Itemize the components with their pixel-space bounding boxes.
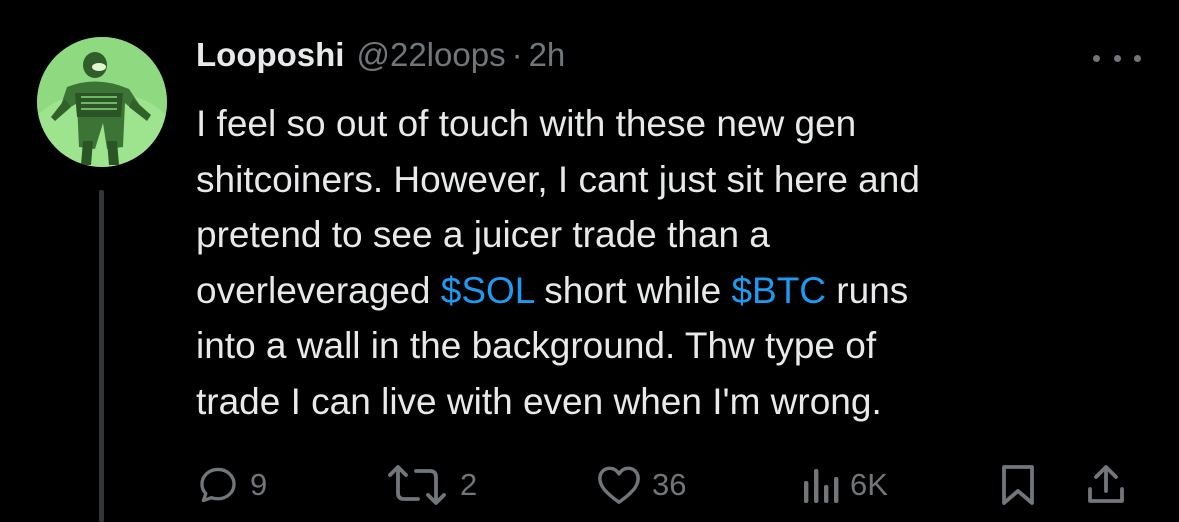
green-armored-figure-avatar-icon (37, 37, 167, 167)
heart-icon (598, 466, 640, 504)
tweet-text-segment: I feel so out of touch with these new ge… (196, 103, 857, 144)
more-dot (1134, 54, 1141, 62)
tweet-text-line: overleveraged $SOL short while $BTC runs (196, 263, 1116, 319)
reply-icon (200, 467, 236, 503)
bookmark-icon (1002, 465, 1034, 505)
separator-dot: · (511, 36, 523, 73)
reply-count: 9 (250, 467, 268, 502)
avatar[interactable] (37, 37, 167, 167)
retweet-count: 2 (460, 467, 478, 502)
tweet[interactable]: Looposhi @22loops · 2h I feel so out of … (0, 0, 1179, 522)
more-dot (1113, 54, 1121, 62)
tweet-text-segment: short while (534, 269, 732, 311)
cashtag-link[interactable]: $SOL (441, 270, 534, 311)
retweet-icon (388, 465, 446, 505)
tweet-text: I feel so out of touch with these new ge… (196, 96, 1116, 429)
reply-button[interactable]: 9 (196, 455, 267, 515)
tweet-text-line: I feel so out of touch with these new ge… (196, 96, 1116, 152)
like-button[interactable]: 36 (596, 455, 686, 515)
tweet-text-line: pretend to see a juicer trade than a (196, 207, 1116, 263)
tweet-header: Looposhi @22loops · 2h (196, 36, 565, 84)
views-count: 6K (850, 467, 888, 502)
views-button[interactable]: 6K (800, 455, 888, 515)
tweet-text-segment: shitcoiners. However, I cant just sit he… (196, 158, 920, 200)
tweet-text-segment: pretend to see a juicer trade than a (196, 214, 770, 255)
share-icon (1088, 465, 1124, 503)
tweet-text-line: trade I can live with even when I'm wron… (196, 374, 1116, 430)
action-bar: 9 2 36 6K (0, 455, 1179, 515)
like-count: 36 (652, 467, 687, 502)
more-dot (1093, 54, 1100, 62)
more-options-icon[interactable] (1093, 48, 1141, 68)
share-button[interactable] (1084, 455, 1128, 515)
tweet-text-segment: overleveraged (196, 269, 441, 311)
display-name[interactable]: Looposhi (196, 36, 344, 74)
views-chart-icon (804, 469, 839, 503)
timestamp[interactable]: 2h (529, 36, 566, 74)
tweet-text-segment: trade I can live with even when I'm wron… (196, 380, 882, 422)
retweet-button[interactable]: 2 (384, 455, 477, 515)
bookmark-button[interactable] (998, 455, 1038, 515)
tweet-text-line: shitcoiners. However, I cant just sit he… (196, 152, 1116, 208)
tweet-text-line: into a wall in the background. Thw type … (196, 318, 1116, 374)
cashtag-link[interactable]: $BTC (731, 270, 826, 311)
tweet-text-segment: runs (826, 269, 909, 311)
handle[interactable]: @22loops (356, 36, 505, 74)
tweet-text-segment: into a wall in the background. Thw type … (196, 325, 877, 366)
